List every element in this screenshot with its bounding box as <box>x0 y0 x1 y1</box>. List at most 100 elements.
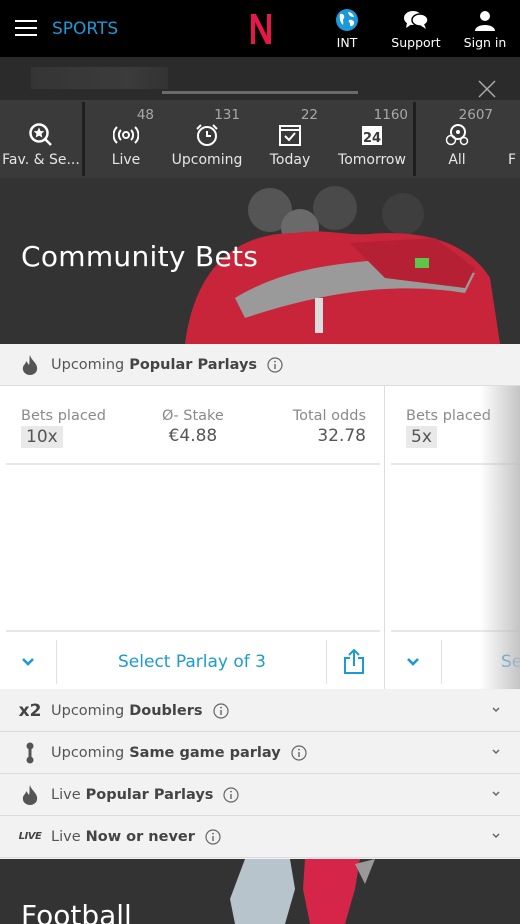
section-prefix: Upcoming <box>51 744 125 761</box>
region-button[interactable]: INT <box>330 8 364 50</box>
globe-icon <box>336 9 358 31</box>
stat-label: Bets placed <box>21 408 106 424</box>
live-broadcast-icon <box>113 126 139 144</box>
menu-button[interactable] <box>15 20 37 36</box>
accordion-now-or-never[interactable]: LIVE Live Now or never <box>0 816 520 858</box>
tab-label: Fav. & Se... <box>2 152 80 168</box>
chevron-down-icon <box>492 833 500 839</box>
tab-today[interactable]: 22 Today <box>250 100 330 178</box>
top-bar: SPORTS INT Support Sign in <box>0 0 520 57</box>
sign-in-button[interactable]: Sign in <box>462 8 508 50</box>
tab-more[interactable]: F <box>508 100 520 178</box>
bets-placed-stat: Bets placed 5x <box>406 408 491 448</box>
expand-parlay-button[interactable] <box>0 640 57 684</box>
tab-count: 1160 <box>373 107 408 123</box>
tab-live[interactable]: 48 Live <box>88 100 164 178</box>
chevron-down-icon <box>492 791 500 797</box>
total-odds-stat: Total odds 32.78 <box>293 408 366 446</box>
chat-bubbles-icon <box>404 11 429 29</box>
popular-parlays-header: Upcoming Popular Parlays <box>0 344 520 386</box>
flame-icon <box>22 354 38 375</box>
tab-label: Today <box>269 152 311 168</box>
tab-label: F <box>508 152 517 168</box>
community-bets-banner: Community Bets <box>0 178 520 344</box>
stat-label: Total odds <box>292 408 366 424</box>
avg-stake-stat: Ø- Stake €4.88 <box>162 408 224 446</box>
live-icon: LIVE <box>18 831 42 842</box>
chevron-down-icon <box>407 658 419 666</box>
tab-count: 22 <box>300 107 318 123</box>
football-banner[interactable]: Football <box>0 859 520 924</box>
tab-count: 2607 <box>458 107 493 123</box>
x2-icon: x2 <box>18 700 42 721</box>
select-parlay-button[interactable]: Se <box>443 640 520 684</box>
tab-label: Upcoming <box>171 152 243 168</box>
divider <box>6 463 380 465</box>
chevron-down-icon <box>22 658 34 666</box>
tab-label: Tomorrow <box>338 152 406 168</box>
sign-in-label: Sign in <box>463 35 507 50</box>
banner-title: Community Bets <box>21 240 259 273</box>
loading-bar <box>162 91 358 94</box>
blurred-placeholder <box>31 67 168 89</box>
parlay-carousel[interactable]: Bets placed 10x Ø- Stake €4.88 Total odd… <box>0 386 520 689</box>
bets-placed-value: 5x <box>406 426 437 448</box>
info-icon[interactable] <box>205 828 221 845</box>
section-title: Popular Parlays <box>85 786 214 803</box>
tab-upcoming[interactable]: 131 Upcoming <box>166 100 248 178</box>
user-icon <box>475 11 495 31</box>
section-prefix: Upcoming <box>51 356 125 373</box>
section-title: Popular Parlays <box>129 356 258 373</box>
calendar-check-icon <box>279 125 301 146</box>
region-label: INT <box>336 35 358 50</box>
share-button[interactable] <box>326 640 380 684</box>
tab-count: 131 <box>214 107 240 123</box>
section-title: Now or never <box>85 828 195 845</box>
section-title: Same game parlay <box>129 744 281 761</box>
total-odds-value: 32.78 <box>317 426 366 446</box>
banner-title: Football <box>21 899 132 924</box>
info-icon[interactable] <box>223 786 240 803</box>
svg-text:24: 24 <box>363 131 381 146</box>
section-title: Doublers <box>129 702 203 719</box>
search-bar <box>0 57 520 100</box>
tab-label: All <box>448 152 466 168</box>
expand-parlay-button[interactable] <box>385 640 442 684</box>
brand-label[interactable]: SPORTS <box>52 19 118 39</box>
sports-balls-icon <box>445 124 469 146</box>
nav-divider <box>413 102 416 176</box>
star-search-icon <box>29 123 52 146</box>
parlay-card: Bets placed 5x Se <box>385 386 520 689</box>
section-prefix: Live <box>51 828 81 845</box>
accordion-same-game-parlay[interactable]: Upcoming Same game parlay <box>0 732 520 774</box>
parlay-card: Bets placed 10x Ø- Stake €4.88 Total odd… <box>0 386 384 689</box>
avg-stake-value: €4.88 <box>168 426 218 446</box>
select-parlay-button[interactable]: Select Parlay of 3 <box>58 640 326 684</box>
football-players-image <box>230 859 375 924</box>
logo-icon[interactable] <box>248 12 274 46</box>
info-icon[interactable] <box>212 702 229 719</box>
bets-placed-stat: Bets placed 10x <box>21 408 106 448</box>
close-icon[interactable] <box>477 79 497 99</box>
stat-label: Bets placed <box>406 408 491 424</box>
chevron-down-icon <box>492 749 500 755</box>
tab-label: Live <box>111 152 141 168</box>
same-game-icon <box>26 742 34 763</box>
stat-label: Ø- Stake <box>162 408 224 424</box>
flame-icon <box>22 784 38 805</box>
support-label: Support <box>391 35 441 50</box>
info-icon[interactable] <box>291 744 307 761</box>
section-prefix: Live <box>51 786 81 803</box>
accordion-doublers[interactable]: x2 Upcoming Doublers <box>0 690 520 732</box>
tab-all[interactable]: 2607 All <box>418 100 496 178</box>
accordion-live-popular-parlays[interactable]: Live Popular Parlays <box>0 774 520 816</box>
nav-divider <box>82 102 85 176</box>
info-icon[interactable] <box>267 356 283 373</box>
tab-favourites-search[interactable]: Fav. & Se... <box>0 100 82 178</box>
calendar-24-icon: 24 <box>362 126 382 146</box>
tab-tomorrow[interactable]: 1160 24 Tomorrow <box>332 100 412 178</box>
divider <box>391 463 520 465</box>
tab-count: 48 <box>136 107 154 123</box>
alarm-clock-icon <box>196 124 218 146</box>
support-button[interactable]: Support <box>390 8 442 50</box>
